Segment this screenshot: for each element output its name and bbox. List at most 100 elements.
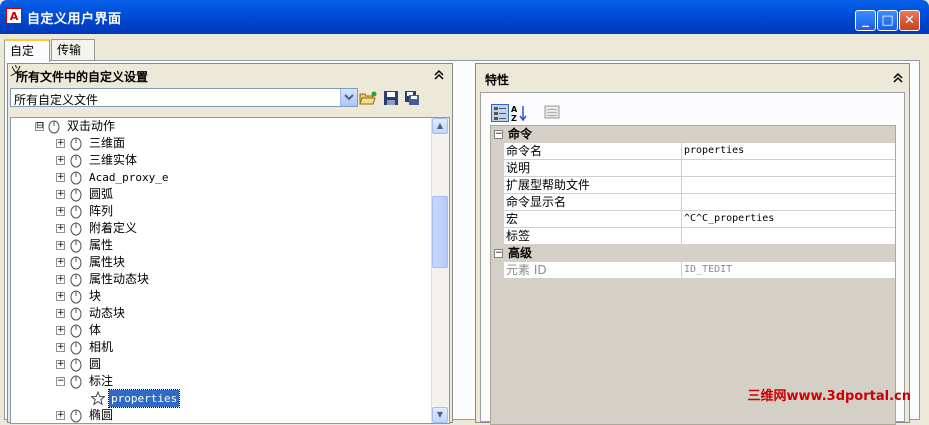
expand-toggle[interactable]: + <box>56 326 65 335</box>
property-value[interactable]: ^C^C_properties <box>684 211 774 227</box>
double-chevron-up-icon <box>893 72 903 83</box>
save-icon[interactable] <box>383 90 399 106</box>
collapse-panel-button[interactable] <box>432 69 446 83</box>
tree-node-label: properties <box>107 389 181 408</box>
property-row[interactable]: 命令名 properties <box>491 143 895 160</box>
property-grid[interactable]: − 命令 命令名 properties 说明 扩展型帮助文件 命令显示名 宏 ^C^… <box>490 125 896 425</box>
tree-node-label: 附着定义 <box>89 221 138 235</box>
maximize-button[interactable]: □ <box>877 10 898 31</box>
collapse-panel-button[interactable] <box>891 72 905 86</box>
mouse-icon <box>70 341 82 355</box>
expand-toggle[interactable]: + <box>56 292 65 301</box>
svg-text:Z: Z <box>511 114 517 122</box>
mouse-icon <box>70 273 82 287</box>
tab-customize[interactable]: 自定义 <box>4 39 50 78</box>
collapse-toggle[interactable]: − <box>494 249 503 258</box>
scroll-down-button[interactable]: ▼ <box>432 407 448 423</box>
collapse-toggle[interactable]: − <box>56 377 65 386</box>
expand-toggle[interactable]: + <box>56 224 65 233</box>
row-margin <box>491 160 504 177</box>
property-value[interactable]: properties <box>684 143 744 159</box>
close-button[interactable]: ✕ <box>899 10 920 31</box>
property-pages-icon[interactable] <box>544 104 562 122</box>
scroll-thumb[interactable] <box>432 196 448 268</box>
collapse-toggle[interactable]: ⊟ <box>35 122 44 131</box>
chevron-up-icon: ▲ <box>436 121 444 130</box>
minimize-icon: _ <box>862 13 869 28</box>
row-margin <box>491 143 504 160</box>
mouse-icon <box>70 290 82 304</box>
tree-node-label: 双击动作 <box>67 119 116 133</box>
mouse-icon <box>70 171 82 185</box>
mouse-icon <box>70 307 82 321</box>
categorized-icon[interactable] <box>491 104 509 122</box>
tree-node-label: 三维实体 <box>89 153 138 167</box>
tab-transfer[interactable]: 传输 <box>51 39 95 61</box>
expand-toggle[interactable]: + <box>56 156 65 165</box>
property-row[interactable]: 宏 ^C^C_properties <box>491 211 895 228</box>
property-row[interactable]: 标签 <box>491 228 895 245</box>
tree-node-label: 属性动态块 <box>89 272 150 286</box>
tab-label: 传输 <box>57 43 82 57</box>
scroll-up-button[interactable]: ▲ <box>432 118 448 134</box>
property-row[interactable]: 扩展型帮助文件 <box>491 177 895 194</box>
mouse-icon <box>70 239 82 253</box>
property-row[interactable]: 说明 <box>491 160 895 177</box>
customization-file-dropdown[interactable]: 所有自定义文件 <box>10 88 358 107</box>
property-value: ID_TEDIT <box>684 264 733 275</box>
category-label: 高级 <box>508 246 533 260</box>
window-title: 自定义用户界面 <box>27 12 122 27</box>
expand-toggle[interactable]: + <box>56 275 65 284</box>
expand-toggle[interactable]: + <box>56 411 65 420</box>
mouse-icon <box>70 222 82 236</box>
expand-toggle[interactable]: + <box>56 343 65 352</box>
row-margin <box>491 177 504 194</box>
property-name: 扩展型帮助文件 <box>506 177 682 193</box>
property-row[interactable]: 命令显示名 <box>491 194 895 211</box>
tree-node-label: 属性块 <box>89 255 126 269</box>
collapse-toggle[interactable]: − <box>494 130 503 139</box>
customization-tree[interactable]: ⊟ 双击动作 + 三维面 + 三维实体 + Acad_proxy_e + 圆弧 + 阵列 … <box>10 117 450 424</box>
tree-node-label: 圆 <box>89 357 102 371</box>
alphabetical-sort-icon[interactable]: AZ <box>510 104 528 123</box>
expand-toggle[interactable]: + <box>56 139 65 148</box>
expand-toggle[interactable]: + <box>56 309 65 318</box>
mouse-icon <box>70 154 82 168</box>
expand-toggle[interactable]: + <box>56 360 65 369</box>
mouse-icon <box>70 324 82 338</box>
row-margin <box>491 262 504 279</box>
property-name: 说明 <box>506 160 682 176</box>
category-command[interactable]: − 命令 <box>491 126 895 143</box>
property-name: 元素 ID <box>506 262 682 278</box>
star-icon <box>91 391 105 406</box>
autocad-logo-icon: A <box>6 8 22 24</box>
minimize-button[interactable]: _ <box>855 10 876 31</box>
expand-toggle[interactable]: + <box>56 173 65 182</box>
expand-toggle[interactable]: + <box>56 258 65 267</box>
watermark-text: 三维网www.3dportal.cn <box>747 389 911 404</box>
expand-toggle[interactable]: + <box>56 207 65 216</box>
mouse-icon <box>48 120 60 134</box>
svg-text:A: A <box>511 105 518 114</box>
mouse-icon <box>70 409 82 423</box>
category-advanced[interactable]: − 高级 <box>491 245 895 262</box>
mouse-icon <box>70 256 82 270</box>
tree-node-label: 动态块 <box>89 306 126 320</box>
row-margin <box>491 228 504 245</box>
dropdown-arrow[interactable] <box>340 89 357 106</box>
mouse-icon <box>70 188 82 202</box>
properties-container: AZ − 命令 命令名 properties 说明 扩展型帮助文件 命令显示名 宏… <box>480 92 905 425</box>
open-file-icon[interactable] <box>359 90 377 106</box>
expand-toggle[interactable]: + <box>56 190 65 199</box>
tree-node-label: 属性 <box>89 238 114 252</box>
expand-toggle[interactable]: + <box>56 241 65 250</box>
title-bar[interactable]: A 自定义用户界面 _ □ ✕ <box>0 0 929 34</box>
tree-node-label: 块 <box>89 289 102 303</box>
property-row[interactable]: 元素 ID ID_TEDIT <box>491 262 895 279</box>
save-as-icon[interactable] <box>404 90 420 106</box>
mouse-icon <box>70 205 82 219</box>
tree-vertical-scrollbar[interactable]: ▲ ▼ <box>431 118 449 423</box>
row-margin <box>491 194 504 211</box>
property-name: 命令名 <box>506 143 682 159</box>
panel-header: 所有文件中的自定义设置 <box>8 64 452 86</box>
